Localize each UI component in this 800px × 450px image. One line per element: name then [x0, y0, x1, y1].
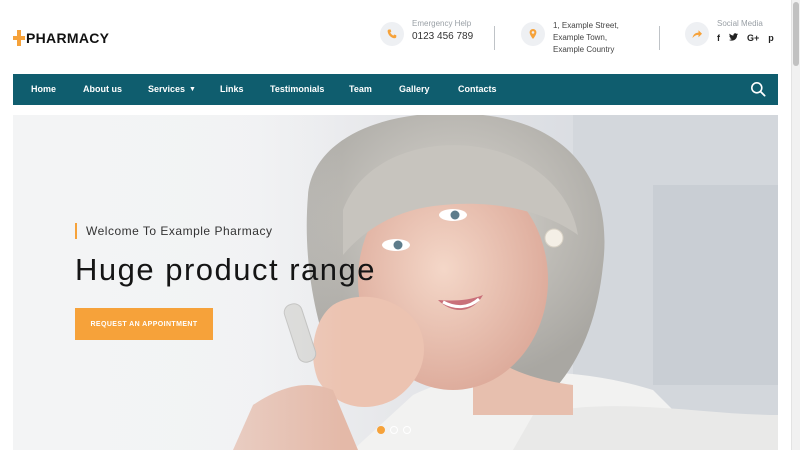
- slider-dot-1[interactable]: [377, 426, 385, 434]
- emergency-phone[interactable]: 0123 456 789: [412, 30, 473, 43]
- nav-item-services-label: Services: [148, 84, 186, 94]
- slider-dot-3[interactable]: [403, 426, 411, 434]
- google-plus-icon[interactable]: G+: [747, 33, 759, 43]
- social-links: f G+ p: [717, 33, 774, 43]
- nav-item-home[interactable]: Home: [31, 84, 56, 94]
- nav-item-about-us[interactable]: About us: [83, 84, 122, 94]
- emergency-help: Emergency Help 0123 456 789: [380, 18, 473, 46]
- hero-headline: Huge product range: [75, 252, 377, 287]
- share-icon: [685, 22, 709, 46]
- nav-item-team[interactable]: Team: [349, 84, 372, 94]
- chevron-down-icon: ▼: [189, 85, 196, 93]
- nav-item-services[interactable]: Services ▼: [148, 84, 196, 94]
- hero-slider: Welcome To Example Pharmacy Huge product…: [13, 115, 778, 450]
- pharmacy-cross-icon: [13, 30, 25, 46]
- main-navigation: Home About us Services ▼ Links Testimoni…: [13, 74, 778, 105]
- address-line-2: Example Town,: [553, 33, 608, 42]
- site-logo[interactable]: PHARMACY: [13, 30, 109, 46]
- page: PHARMACY Emergency Help 0123 456 789 1, …: [0, 0, 800, 450]
- slider-pagination: [377, 426, 411, 434]
- address-line-3: Example Country: [553, 45, 615, 54]
- page-scrollbar[interactable]: [791, 0, 800, 450]
- address-info: 1, Example Street, Example Town, Example…: [521, 18, 619, 56]
- address-line-1: 1, Example Street,: [553, 21, 619, 30]
- nav-item-gallery[interactable]: Gallery: [399, 84, 430, 94]
- social-media: Social Media f G+ p: [685, 18, 774, 46]
- twitter-icon[interactable]: [729, 33, 738, 43]
- search-icon[interactable]: [750, 81, 766, 97]
- logo-text: PHARMACY: [26, 30, 110, 46]
- phone-icon: [380, 22, 404, 46]
- emergency-label: Emergency Help: [412, 19, 472, 28]
- request-appointment-button[interactable]: REQUEST AN APPOINTMENT: [75, 308, 213, 340]
- scrollbar-thumb[interactable]: [793, 2, 799, 66]
- social-label: Social Media: [717, 19, 763, 28]
- map-pin-icon: [521, 22, 545, 46]
- hero-welcome-text: Welcome To Example Pharmacy: [75, 223, 272, 239]
- nav-item-links[interactable]: Links: [220, 84, 244, 94]
- header-divider: [494, 26, 495, 50]
- facebook-icon[interactable]: f: [717, 33, 720, 43]
- slider-dot-2[interactable]: [390, 426, 398, 434]
- pinterest-icon[interactable]: p: [768, 33, 774, 43]
- nav-item-testimonials[interactable]: Testimonials: [270, 84, 324, 94]
- nav-item-contacts[interactable]: Contacts: [458, 84, 497, 94]
- site-header: PHARMACY Emergency Help 0123 456 789 1, …: [0, 0, 791, 74]
- header-divider: [659, 26, 660, 50]
